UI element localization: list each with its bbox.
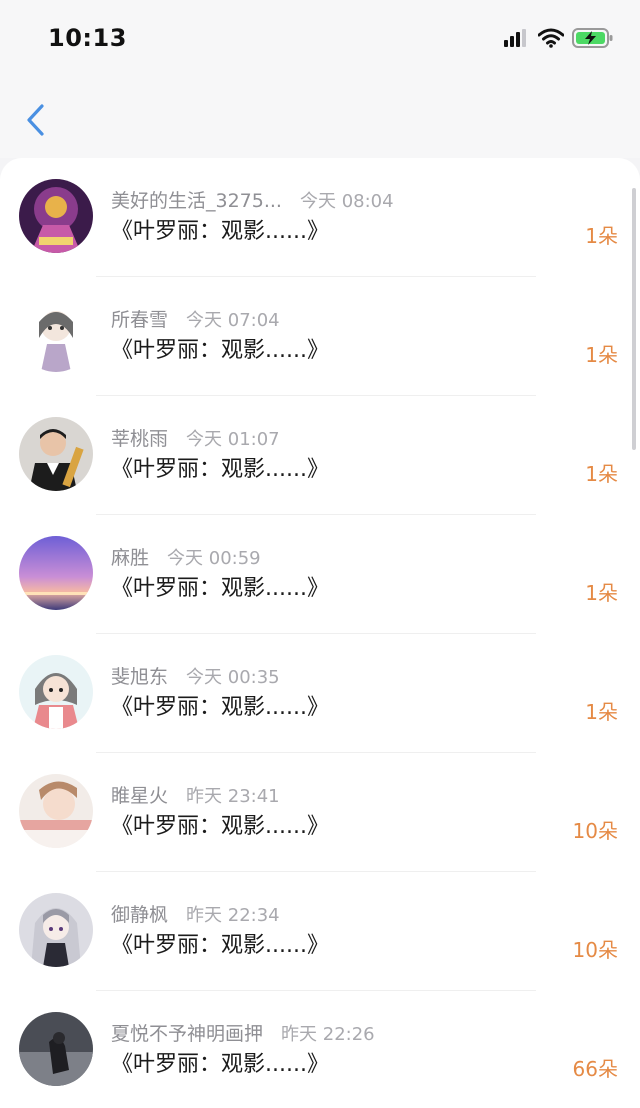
work-title: 《叶罗丽：观影......》 bbox=[111, 338, 329, 363]
flower-count: 10朵 bbox=[572, 938, 618, 962]
timestamp: 昨天 22:26 bbox=[281, 1024, 375, 1045]
user-name: 睢星火 bbox=[111, 785, 169, 807]
row-meta: 麻胜 今天 00:59 bbox=[111, 546, 261, 571]
row-meta: 所春雪 今天 07:04 bbox=[111, 308, 280, 333]
back-button[interactable] bbox=[18, 102, 52, 142]
timestamp: 今天 07:04 bbox=[186, 310, 280, 331]
avatar bbox=[19, 1012, 93, 1086]
timestamp: 今天 00:59 bbox=[167, 548, 261, 569]
timestamp: 今天 01:07 bbox=[186, 429, 280, 450]
user-name: 麻胜 bbox=[111, 547, 150, 569]
list-item[interactable]: 御静枫 昨天 22:34 《叶罗丽：观影......》 10朵 bbox=[0, 872, 640, 991]
work-title: 《叶罗丽：观影......》 bbox=[111, 457, 329, 482]
row-meta: 睢星火 昨天 23:41 bbox=[111, 784, 280, 809]
timestamp: 今天 00:35 bbox=[186, 667, 280, 688]
avatar bbox=[19, 298, 93, 372]
work-title: 《叶罗丽：观影......》 bbox=[111, 219, 329, 244]
row-meta: 莘桃雨 今天 01:07 bbox=[111, 427, 280, 452]
avatar bbox=[19, 417, 93, 491]
avatar bbox=[19, 179, 93, 253]
gift-record-list: 美好的生活_3275... 今天 08:04 《叶罗丽：观影......》 1朵 … bbox=[0, 158, 640, 1108]
flower-count: 10朵 bbox=[572, 819, 618, 843]
flower-count: 1朵 bbox=[585, 700, 618, 724]
user-name: 所春雪 bbox=[111, 309, 169, 331]
flower-count: 1朵 bbox=[585, 224, 618, 248]
timestamp: 昨天 23:41 bbox=[186, 786, 280, 807]
work-title: 《叶罗丽：观影......》 bbox=[111, 576, 329, 601]
list-item[interactable]: 所春雪 今天 07:04 《叶罗丽：观影......》 1朵 bbox=[0, 277, 640, 396]
work-title: 《叶罗丽：观影......》 bbox=[111, 814, 329, 839]
flower-count: 1朵 bbox=[585, 462, 618, 486]
work-title: 《叶罗丽：观影......》 bbox=[111, 933, 329, 958]
battery-charging-icon bbox=[572, 27, 614, 53]
list-item[interactable]: 夏悦不予神明画押 昨天 22:26 《叶罗丽：观影......》 66朵 bbox=[0, 991, 640, 1108]
list-item[interactable]: 麻胜 今天 00:59 《叶罗丽：观影......》 1朵 bbox=[0, 515, 640, 634]
user-name: 美好的生活_3275... bbox=[111, 190, 282, 212]
nav-bar bbox=[0, 78, 640, 158]
flower-count: 1朵 bbox=[585, 581, 618, 605]
status-bar: 10:13 bbox=[0, 0, 640, 78]
work-title: 《叶罗丽：观影......》 bbox=[111, 1052, 329, 1077]
flower-count: 1朵 bbox=[585, 343, 618, 367]
user-name: 斐旭东 bbox=[111, 666, 169, 688]
wifi-icon bbox=[537, 28, 565, 52]
chevron-left-icon bbox=[25, 103, 45, 141]
avatar bbox=[19, 655, 93, 729]
work-title: 《叶罗丽：观影......》 bbox=[111, 695, 329, 720]
row-meta: 美好的生活_3275... 今天 08:04 bbox=[111, 189, 394, 214]
timestamp: 今天 08:04 bbox=[299, 191, 394, 212]
list-item[interactable]: 睢星火 昨天 23:41 《叶罗丽：观影......》 10朵 bbox=[0, 753, 640, 872]
avatar bbox=[19, 774, 93, 848]
flower-count: 66朵 bbox=[572, 1057, 618, 1081]
list-item[interactable]: 斐旭东 今天 00:35 《叶罗丽：观影......》 1朵 bbox=[0, 634, 640, 753]
timestamp: 昨天 22:34 bbox=[186, 905, 280, 926]
row-meta: 斐旭东 今天 00:35 bbox=[111, 665, 280, 690]
list-item[interactable]: 莘桃雨 今天 01:07 《叶罗丽：观影......》 1朵 bbox=[0, 396, 640, 515]
avatar bbox=[19, 536, 93, 610]
list-item[interactable]: 美好的生活_3275... 今天 08:04 《叶罗丽：观影......》 1朵 bbox=[0, 158, 640, 277]
row-meta: 夏悦不予神明画押 昨天 22:26 bbox=[111, 1022, 375, 1047]
user-name: 夏悦不予神明画押 bbox=[111, 1023, 264, 1045]
signal-icon bbox=[504, 29, 530, 51]
avatar bbox=[19, 893, 93, 967]
scrollbar[interactable] bbox=[632, 188, 636, 450]
status-icons bbox=[504, 27, 614, 53]
row-meta: 御静枫 昨天 22:34 bbox=[111, 903, 280, 928]
user-name: 莘桃雨 bbox=[111, 428, 169, 450]
user-name: 御静枫 bbox=[111, 904, 169, 926]
status-time: 10:13 bbox=[48, 24, 127, 52]
